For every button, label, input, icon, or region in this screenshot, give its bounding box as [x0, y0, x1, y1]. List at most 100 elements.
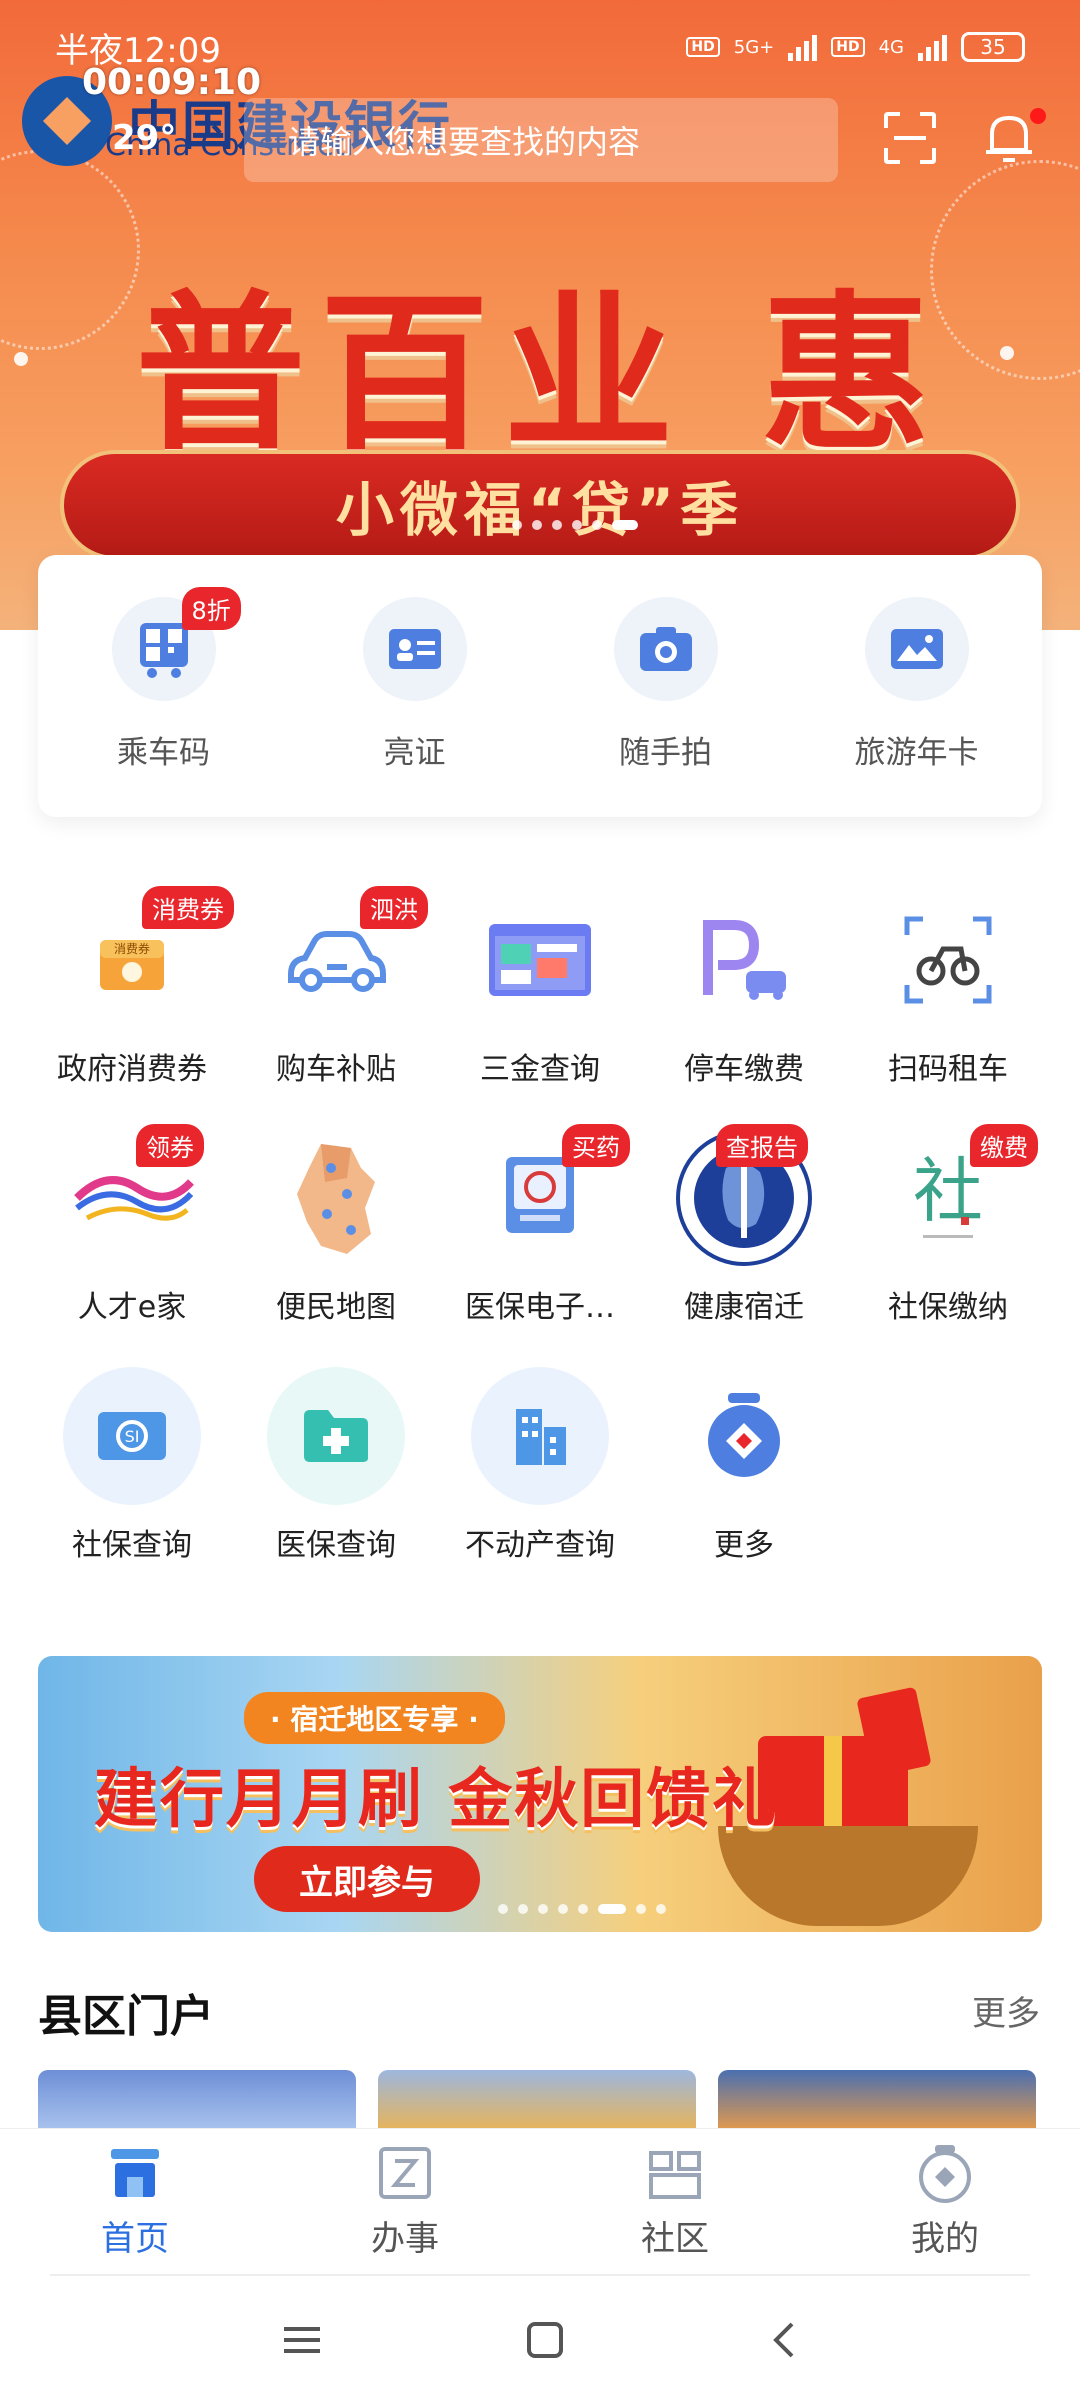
service-label: 社保缴纳	[888, 1290, 1008, 1325]
parking-icon	[674, 890, 814, 1030]
service-bike-rental[interactable]: 扫码租车	[846, 890, 1050, 1128]
medical-folder-icon	[266, 1366, 406, 1506]
battery-icon: 35	[961, 32, 1025, 62]
quick-actions-card: 8折 乘车码 亮证 随手拍 旅游年卡	[38, 555, 1042, 817]
basket-decoration	[718, 1826, 978, 1926]
county-portal-title: 县区门户	[38, 1991, 214, 2042]
service-label: 停车缴费	[684, 1052, 804, 1087]
quick-item-travel-card[interactable]: 旅游年卡	[817, 597, 1017, 817]
service-badge: 缴费	[970, 1124, 1038, 1167]
service-city-map[interactable]: 便民地图	[234, 1128, 438, 1366]
join-now-button[interactable]: 立即参与	[254, 1846, 480, 1912]
quick-item-label: 亮证	[383, 735, 446, 771]
services-icon	[379, 2147, 431, 2199]
promo-carousel-dots	[498, 1904, 666, 1914]
service-medical-query[interactable]: 医保查询	[234, 1366, 438, 1604]
service-label: 便民地图	[276, 1290, 396, 1325]
service-row: SI 社保查询 医保查询 不动产查询 更多	[30, 1366, 1050, 1604]
menu-icon[interactable]	[282, 2323, 322, 2357]
quick-item-label: 随手拍	[619, 735, 712, 771]
tab-divider	[50, 2274, 1030, 2276]
search-placeholder: 请输入您想要查找的内容	[288, 123, 641, 161]
service-label: 三金查询	[480, 1052, 600, 1087]
service-label: 更多	[714, 1528, 774, 1563]
battery-level: 35	[980, 35, 1006, 59]
notification-dot	[1030, 108, 1046, 124]
quick-item-snapshot[interactable]: 随手拍	[566, 597, 766, 817]
service-label: 医保查询	[276, 1528, 396, 1563]
svg-text:消费券: 消费券	[114, 941, 150, 956]
service-talent-home[interactable]: 领券 人才e家	[30, 1124, 234, 1366]
bike-scan-icon	[878, 890, 1018, 1030]
more-icon	[674, 1366, 814, 1506]
service-row: 领券 人才e家 便民地图 买药 医保电子… 查报告 健康宿迁 社 缴费 社保缴纳	[30, 1124, 1050, 1366]
map-icon	[266, 1128, 406, 1268]
tab-community[interactable]: 社区	[575, 2143, 775, 2260]
discount-badge: 8折	[181, 587, 241, 630]
service-badge: 买药	[562, 1124, 630, 1167]
service-parking[interactable]: 停车缴费	[642, 890, 846, 1128]
scan-icon[interactable]	[884, 112, 936, 164]
hero-ribbon: 小微福“贷”季	[60, 450, 1020, 560]
service-label: 政府消费券	[57, 1052, 207, 1087]
signal-icon	[918, 33, 947, 61]
timer-overlay: 00:09:10	[82, 62, 262, 103]
service-health-suqian[interactable]: 查报告 健康宿迁	[642, 1124, 846, 1366]
tab-home[interactable]: 首页	[35, 2143, 235, 2260]
profile-icon	[919, 2145, 971, 2203]
county-thumbnail[interactable]	[378, 2070, 696, 2130]
svg-text:SI: SI	[125, 1427, 140, 1446]
system-navigation-bar	[0, 2280, 1080, 2400]
tab-mine[interactable]: 我的	[845, 2143, 1045, 2260]
notification-bell-icon[interactable]	[982, 110, 1036, 166]
hero-subtitle: 小微福“贷”季	[335, 476, 745, 544]
network-5g-label: 5G+	[733, 36, 775, 58]
service-badge: 查报告	[716, 1124, 808, 1167]
service-real-estate-query[interactable]: 不动产查询	[438, 1366, 642, 1604]
quick-item-label: 乘车码	[117, 735, 210, 771]
sparkle-decoration	[1000, 346, 1014, 360]
service-more[interactable]: 更多	[642, 1366, 846, 1604]
service-label: 健康宿迁	[684, 1290, 804, 1325]
promo-tag: · 宿迁地区专享 ·	[244, 1692, 505, 1744]
service-label: 社保查询	[72, 1528, 192, 1563]
building-icon	[470, 1366, 610, 1506]
service-gov-coupon[interactable]: 消费券 消费券 政府消费券	[30, 886, 234, 1128]
promo-banner[interactable]: · 宿迁地区专享 · 建行月月刷 金秋回馈礼 立即参与	[38, 1656, 1042, 1932]
temperature-overlay: 29°	[112, 118, 177, 158]
service-social-security-query[interactable]: SI 社保查询	[30, 1366, 234, 1604]
service-three-funds[interactable]: 三金查询	[438, 890, 642, 1128]
tab-label: 办事	[371, 2219, 439, 2259]
back-icon[interactable]	[768, 2320, 798, 2360]
search-input[interactable]: 请输入您想要查找的内容	[244, 98, 838, 182]
tab-label: 首页	[101, 2219, 169, 2259]
dashboard-icon	[470, 890, 610, 1030]
tab-services[interactable]: 办事	[305, 2143, 505, 2260]
sparkle-decoration	[14, 352, 28, 366]
service-label: 医保电子…	[465, 1290, 615, 1325]
travel-card-icon	[864, 597, 969, 701]
hd-icon: HD	[831, 37, 865, 57]
hero-carousel-dots	[512, 520, 638, 530]
service-social-security-pay[interactable]: 社 缴费 社保缴纳	[846, 1124, 1050, 1366]
tab-label: 我的	[911, 2219, 979, 2259]
service-badge: 领券	[136, 1124, 204, 1167]
network-4g-label: 4G	[878, 36, 904, 58]
service-label: 购车补贴	[276, 1052, 396, 1087]
id-card-icon	[362, 597, 467, 701]
service-row: 消费券 消费券 政府消费券 泗洪 购车补贴 三金查询 停车缴费 扫码租车	[30, 886, 1050, 1128]
service-medical-e-card[interactable]: 买药 医保电子…	[438, 1124, 642, 1366]
county-thumbnail[interactable]	[38, 2070, 356, 2130]
service-grid: 消费券 消费券 政府消费券 泗洪 购车补贴 三金查询 停车缴费 扫码租车 领券 …	[30, 886, 1050, 1604]
county-more-link[interactable]: 更多	[972, 1986, 1040, 2035]
quick-item-show-id[interactable]: 亮证	[315, 597, 515, 817]
home-nav-icon[interactable]	[525, 2320, 565, 2360]
service-car-subsidy[interactable]: 泗洪 购车补贴	[234, 886, 438, 1128]
hd-icon: HD	[686, 37, 720, 57]
service-label: 不动产查询	[465, 1528, 615, 1563]
service-badge: 泗洪	[360, 886, 428, 929]
service-badge: 消费券	[142, 886, 234, 929]
home-icon	[111, 2149, 159, 2197]
county-thumbnail[interactable]	[718, 2070, 1036, 2130]
quick-item-ride-code[interactable]: 8折 乘车码	[64, 587, 264, 817]
